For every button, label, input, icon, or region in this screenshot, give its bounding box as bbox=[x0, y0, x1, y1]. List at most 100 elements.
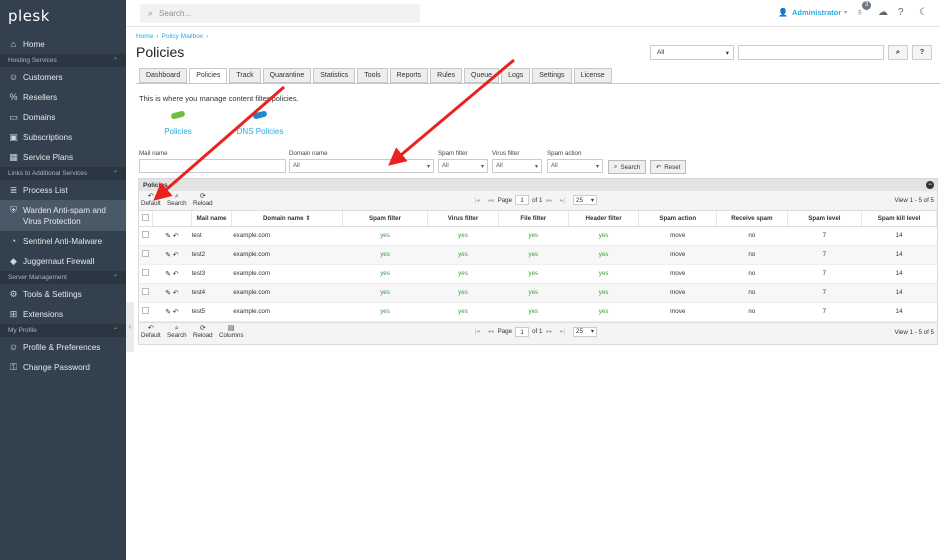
column-header[interactable]: Mail name bbox=[191, 211, 232, 227]
prev-page-icon[interactable]: ◂◂ bbox=[488, 197, 494, 204]
select-all-checkbox[interactable] bbox=[141, 213, 149, 221]
tab[interactable]: Reports bbox=[389, 68, 429, 83]
page-size-select[interactable]: 25 ▾ bbox=[573, 326, 597, 337]
default-button[interactable]: ↶ Default bbox=[141, 193, 161, 207]
tab[interactable]: Quarantine bbox=[262, 68, 312, 83]
sidebar-item[interactable]: ≣ Process List bbox=[0, 180, 126, 200]
sidebar-item[interactable]: ◆ Juggernaut Firewall bbox=[0, 251, 126, 271]
column-header[interactable]: Virus filter bbox=[427, 211, 499, 227]
sidebar-section[interactable]: Server Management ⌃ bbox=[0, 271, 126, 284]
breadcrumb-current[interactable]: Policy Mailbox bbox=[162, 33, 204, 40]
sidebar-item[interactable]: ☺ Customers bbox=[0, 67, 126, 87]
filter-reset-button[interactable]: ↶ Reset bbox=[650, 160, 687, 174]
sidebar-item[interactable]: ◔ Sentinel Anti-Malware bbox=[0, 231, 126, 251]
sidebar-section[interactable]: Links to Additional Services ⌃ bbox=[0, 167, 126, 180]
tab[interactable]: Dashboard bbox=[139, 68, 188, 83]
tab[interactable]: Queue bbox=[464, 68, 500, 83]
table-row[interactable]: ✎ ↶ test5 example.com yes yes yes yes move no 7 14 bbox=[139, 302, 937, 322]
grid-search-button-bottom[interactable]: ⌕ Search bbox=[167, 325, 187, 339]
column-header[interactable]: File filter bbox=[498, 211, 569, 227]
dns-policies-link[interactable]: DNS Policies bbox=[234, 110, 286, 136]
table-row[interactable]: ✎ ↶ test example.com yes yes yes yes move no 7 14 bbox=[139, 226, 937, 246]
sidebar-item[interactable]: ▣ Subscriptions bbox=[0, 127, 126, 147]
sidebar-item[interactable]: ▭ Domains bbox=[0, 107, 126, 127]
search-input[interactable]: ⌕ Search... bbox=[140, 4, 420, 23]
column-header[interactable]: Spam action bbox=[638, 211, 718, 227]
domain-name-select[interactable]: All ▾ bbox=[289, 159, 434, 173]
row-checkbox[interactable] bbox=[142, 231, 150, 238]
page-input[interactable]: 1 bbox=[515, 326, 530, 337]
header-search-input[interactable] bbox=[738, 45, 884, 60]
sidebar-section[interactable]: Hosting Services ⌃ bbox=[0, 54, 126, 67]
last-page-icon[interactable]: ▸| bbox=[560, 328, 565, 335]
tab[interactable]: License bbox=[573, 68, 612, 83]
reload-button-bottom[interactable]: ⟳ Reload bbox=[193, 325, 213, 339]
virus-filter-select[interactable]: All ▾ bbox=[492, 159, 542, 173]
moon-icon[interactable]: ☾ bbox=[919, 7, 928, 18]
tab[interactable]: Logs bbox=[501, 68, 531, 83]
next-page-icon[interactable]: ▸▸ bbox=[546, 328, 552, 335]
tab[interactable]: Policies bbox=[189, 68, 228, 83]
columns-button[interactable]: ▤ Columns bbox=[219, 325, 243, 339]
grid-search-button[interactable]: ⌕ Search bbox=[167, 193, 187, 207]
page-size-select[interactable]: 25 ▾ bbox=[573, 195, 597, 205]
default-button-bottom[interactable]: ↶ Default bbox=[141, 325, 161, 339]
spam-action-select[interactable]: All ▾ bbox=[547, 159, 603, 173]
column-header[interactable]: Spam kill level bbox=[861, 211, 937, 227]
first-page-icon[interactable]: |◂ bbox=[475, 197, 480, 204]
scope-select[interactable]: All ▾ bbox=[650, 45, 734, 60]
sidebar-item[interactable]: ⚙ Tools & Settings bbox=[0, 284, 126, 304]
sidebar-item[interactable]: ⚿ Change Password bbox=[0, 357, 126, 377]
row-checkbox[interactable] bbox=[142, 288, 150, 295]
tab[interactable]: Rules bbox=[430, 68, 463, 83]
sidebar-item[interactable]: ▦ Service Plans bbox=[0, 147, 126, 167]
filter-search-button[interactable]: ⌕ Search bbox=[608, 160, 647, 174]
column-header[interactable]: Spam filter bbox=[342, 211, 429, 227]
undo-icon[interactable]: ↶ bbox=[173, 309, 179, 316]
sidebar-section[interactable]: My Profile ⌃ bbox=[0, 324, 126, 337]
tab[interactable]: Statistics bbox=[313, 68, 356, 83]
sidebar-collapse-button[interactable]: ‹ bbox=[126, 302, 134, 352]
sidebar-item[interactable]: ☺ Profile & Preferences bbox=[0, 337, 126, 357]
sidebar-item[interactable]: ⌂ Home bbox=[0, 34, 126, 54]
table-row[interactable]: ✎ ↶ test3 example.com yes yes yes yes move no 7 14 bbox=[139, 264, 937, 284]
undo-icon[interactable]: ↶ bbox=[173, 290, 179, 297]
row-checkbox[interactable] bbox=[142, 307, 150, 314]
collapse-grid-icon[interactable]: − bbox=[926, 181, 934, 189]
cloud-icon[interactable]: ☁ bbox=[878, 7, 888, 18]
column-header[interactable]: Domain name ⇕ bbox=[231, 211, 343, 227]
edit-icon[interactable]: ✎ bbox=[165, 271, 171, 278]
column-header[interactable]: Header filter bbox=[568, 211, 640, 227]
undo-icon[interactable]: ↶ bbox=[173, 252, 179, 259]
prev-page-icon[interactable]: ◂◂ bbox=[488, 328, 494, 335]
undo-icon[interactable]: ↶ bbox=[173, 233, 179, 240]
sidebar-item[interactable]: % Resellers bbox=[0, 87, 126, 107]
sidebar-item[interactable]: ⊞ Extensions bbox=[0, 304, 126, 324]
column-header[interactable]: Receive spam bbox=[716, 211, 788, 227]
help-button[interactable]: ? bbox=[912, 45, 932, 60]
edit-icon[interactable]: ✎ bbox=[165, 233, 171, 240]
page-input[interactable]: 1 bbox=[515, 195, 530, 205]
edit-icon[interactable]: ✎ bbox=[165, 309, 171, 316]
mail-name-input[interactable] bbox=[139, 159, 286, 173]
plesk-logo[interactable]: plesk bbox=[0, 0, 126, 34]
row-checkbox[interactable] bbox=[142, 250, 150, 257]
undo-icon[interactable]: ↶ bbox=[173, 271, 179, 278]
edit-icon[interactable]: ✎ bbox=[165, 252, 171, 259]
tab[interactable]: Tools bbox=[357, 68, 388, 83]
reload-button[interactable]: ⟳ Reload bbox=[193, 193, 213, 207]
header-search-button[interactable]: ⌕ bbox=[888, 45, 908, 60]
first-page-icon[interactable]: |◂ bbox=[475, 328, 480, 335]
tab[interactable]: Settings bbox=[532, 68, 572, 83]
breadcrumb-home[interactable]: Home bbox=[136, 33, 153, 40]
table-row[interactable]: ✎ ↶ test2 example.com yes yes yes yes move no 7 14 bbox=[139, 245, 937, 265]
tab[interactable]: Track bbox=[229, 68, 261, 83]
help-icon[interactable]: ? bbox=[898, 7, 904, 18]
next-page-icon[interactable]: ▸▸ bbox=[546, 197, 552, 204]
spam-filter-select[interactable]: All ▾ bbox=[438, 159, 488, 173]
edit-icon[interactable]: ✎ bbox=[165, 290, 171, 297]
last-page-icon[interactable]: ▸| bbox=[560, 197, 565, 204]
column-header[interactable]: Spam level bbox=[787, 211, 863, 227]
sidebar-item[interactable]: ⛨ Warden Anti-spam and Virus Protection bbox=[0, 200, 126, 231]
table-row[interactable]: ✎ ↶ test4 example.com yes yes yes yes move no 7 14 bbox=[139, 283, 937, 303]
